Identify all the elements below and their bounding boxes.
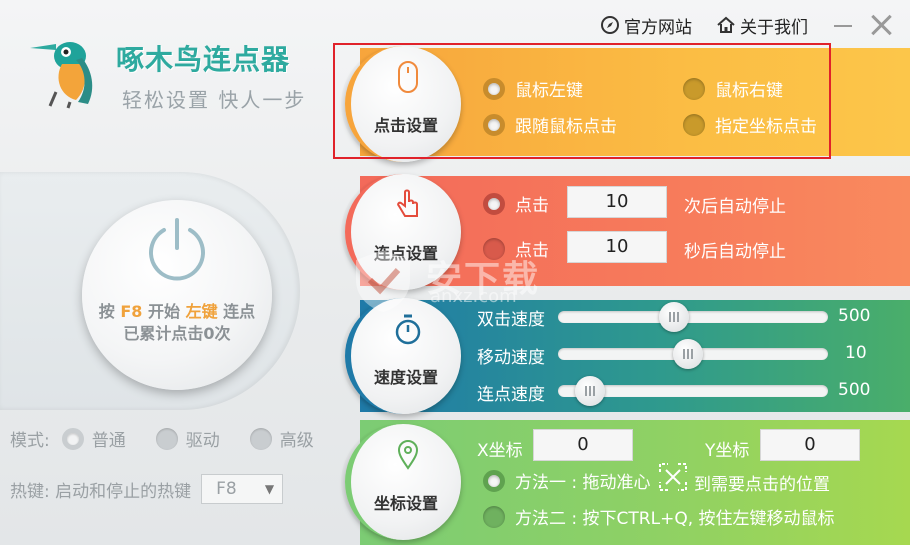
double-click-speed-slider[interactable] xyxy=(558,302,828,332)
hotkey-row: 热键: 启动和停止的热键 F8 ▼ xyxy=(10,474,284,504)
close-button[interactable] xyxy=(868,12,894,38)
mode-advanced-label: 高级 xyxy=(279,431,314,451)
click-count-input[interactable]: 10 xyxy=(567,186,667,218)
crosshair-drag-icon[interactable] xyxy=(658,462,688,492)
watermark-subtext: anxz.com xyxy=(430,286,517,307)
hint-mid: 开始 xyxy=(142,302,186,321)
radio-icon xyxy=(483,469,505,492)
hotkey-select[interactable]: F8 ▼ xyxy=(201,474,284,504)
radio-icon xyxy=(483,192,505,215)
stop-after-count-option[interactable]: 点击 xyxy=(483,191,549,216)
hint-hotkey: F8 xyxy=(120,302,143,321)
radio-icon xyxy=(483,505,505,528)
method-one-option[interactable]: 方法一 : 拖动准心 xyxy=(483,468,651,493)
slider-thumb[interactable] xyxy=(659,302,690,332)
official-site-label: 官方网站 xyxy=(624,17,692,38)
mode-driver-label: 驱动 xyxy=(185,431,220,451)
app-subtitle: 轻松设置 快人一步 xyxy=(122,88,307,112)
pointer-hand-icon xyxy=(397,189,418,217)
watermark: 安下载 anxz.com xyxy=(348,246,568,316)
about-us-link[interactable]: 关于我们 xyxy=(716,13,808,38)
method-two-label: 方法二 : 按下CTRL+Q, 按住左键移动鼠标 xyxy=(515,509,835,529)
method-one-label: 方法一 : 拖动准心 xyxy=(515,473,651,493)
method-two-option[interactable]: 方法二 : 按下CTRL+Q, 按住左键移动鼠标 xyxy=(483,504,835,529)
repeat-speed-label: 连点速度 xyxy=(477,385,545,405)
repeat-speed-value: 500 xyxy=(838,380,871,400)
official-site-link[interactable]: 官方网站 xyxy=(600,13,692,38)
minimize-button[interactable] xyxy=(832,14,854,36)
highlight-box xyxy=(333,43,831,159)
stop-count-suffix: 次后自动停止 xyxy=(684,197,786,217)
move-speed-label: 移动速度 xyxy=(477,348,545,368)
hint-prefix: 按 xyxy=(98,302,121,321)
move-speed-value: 10 xyxy=(845,343,867,363)
click-count: 已累计点击0次 xyxy=(123,324,231,343)
method-one-suffix: 到需要点击的位置 xyxy=(694,475,830,495)
coord-settings-badge: 坐标设置 xyxy=(345,424,461,540)
double-click-speed-value: 500 xyxy=(838,306,871,326)
home-icon xyxy=(717,16,735,33)
move-speed-slider[interactable] xyxy=(558,339,828,369)
watermark-shield-icon xyxy=(356,250,410,312)
mode-advanced-option[interactable]: 高级 xyxy=(249,426,314,451)
coord-settings-title: 坐标设置 xyxy=(373,494,438,513)
mode-label: 模式: xyxy=(10,431,50,451)
dropdown-arrow-icon: ▼ xyxy=(264,482,275,496)
compass-icon xyxy=(601,16,619,34)
x-coord-label: X坐标 xyxy=(477,441,523,461)
mode-normal-label: 普通 xyxy=(91,431,126,451)
title-bar: 官方网站 关于我们 xyxy=(600,12,910,38)
radio-icon xyxy=(249,427,272,450)
hotkey-value: F8 xyxy=(216,479,237,499)
hint-suffix: 连点 xyxy=(217,302,256,321)
repeat-speed-slider[interactable] xyxy=(558,376,828,406)
seconds-input[interactable]: 10 xyxy=(567,231,667,263)
slider-thumb[interactable] xyxy=(672,339,703,369)
woodpecker-logo-icon xyxy=(30,42,93,109)
hint-mouse-button: 左键 xyxy=(185,302,218,321)
stop-seconds-suffix: 秒后自动停止 xyxy=(684,242,786,262)
speed-settings-title: 速度设置 xyxy=(373,368,438,387)
mode-driver-option[interactable]: 驱动 xyxy=(155,426,220,451)
start-button[interactable]: 按 F8 开始 左键 连点 已累计点击0次 xyxy=(82,200,272,390)
radio-icon xyxy=(155,427,178,450)
app-title: 啄木鸟连点器 xyxy=(116,43,291,76)
start-hint: 按 F8 开始 左键 连点 xyxy=(82,298,272,322)
stop-count-label: 点击 xyxy=(515,196,549,216)
about-us-label: 关于我们 xyxy=(740,17,808,38)
mode-selector: 模式: 普通 驱动 高级 xyxy=(10,426,344,451)
y-coord-input[interactable]: 0 xyxy=(760,429,860,461)
y-coord-label: Y坐标 xyxy=(705,441,750,461)
power-icon xyxy=(149,218,205,281)
stopwatch-icon xyxy=(395,314,421,345)
app-window: 官方网站 关于我们 啄木鸟连点器 轻松设置 快人一步 按 F8 开始 左键 连点… xyxy=(0,0,910,545)
hotkey-label: 热键: 启动和停止的热键 xyxy=(10,481,192,502)
mode-normal-option[interactable]: 普通 xyxy=(61,426,126,451)
location-pin-icon xyxy=(397,440,419,470)
radio-icon xyxy=(61,427,84,450)
x-coord-input[interactable]: 0 xyxy=(533,429,633,461)
